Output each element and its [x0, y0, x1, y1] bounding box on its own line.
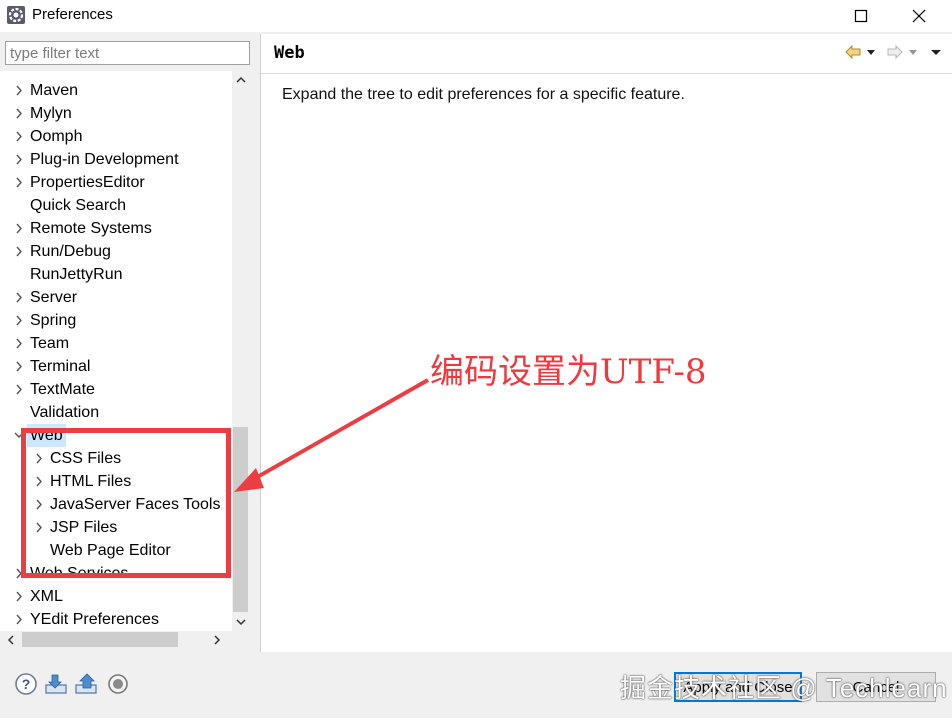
- maximize-button[interactable]: [838, 0, 884, 32]
- tree-item-label: Oomph: [30, 128, 83, 145]
- forward-arrow-icon[interactable]: [885, 42, 905, 62]
- tree-item[interactable]: Terminal: [0, 355, 232, 378]
- tree-item-label: Validation: [30, 404, 100, 421]
- tree-item[interactable]: XML: [0, 585, 232, 608]
- tree-item-label: TextMate: [30, 381, 95, 398]
- import-icon[interactable]: [44, 672, 68, 696]
- tree-item-label: Quick Search: [30, 197, 127, 214]
- tree-item-label: Server: [30, 289, 78, 306]
- tree-item-label: RunJettyRun: [30, 266, 123, 283]
- close-button[interactable]: [896, 0, 942, 32]
- scroll-right-button[interactable]: [210, 631, 224, 648]
- eclipse-gear-icon: [7, 6, 25, 24]
- dialog-footer: ? Apply and Close Cancel 掘金技术社区 @ Techle…: [0, 652, 952, 718]
- tree-item[interactable]: Plug-in Development: [0, 148, 232, 171]
- minimize-icon: [798, 15, 808, 17]
- tree-item[interactable]: RunJettyRun: [0, 263, 232, 286]
- preference-page: Web Expand the tree to edit preferences …: [260, 34, 952, 652]
- chevron-right-icon[interactable]: [14, 177, 24, 188]
- tree-horizontal-scrollbar[interactable]: [0, 631, 232, 648]
- tree-item[interactable]: Team: [0, 332, 232, 355]
- annotation-text: 编码设置为UTF-8: [430, 352, 707, 392]
- scroll-up-button[interactable]: [232, 71, 249, 89]
- page-description: Expand the tree to edit preferences for …: [282, 86, 685, 103]
- tree-item[interactable]: Oomph: [0, 125, 232, 148]
- tree-vertical-scrollbar[interactable]: [232, 71, 249, 631]
- tree-item-label: PropertiesEditor: [30, 174, 145, 191]
- scroll-left-button[interactable]: [4, 631, 18, 648]
- chevron-left-icon: [7, 634, 14, 645]
- tree-item[interactable]: Remote Systems: [0, 217, 232, 240]
- tree-item-label: Run/Debug: [30, 243, 111, 260]
- tree-item[interactable]: PropertiesEditor: [0, 171, 232, 194]
- tree-item[interactable]: Run/Debug: [0, 240, 232, 263]
- maximize-icon: [854, 9, 868, 23]
- tree-item[interactable]: Quick Search: [0, 194, 232, 217]
- chevron-right-icon[interactable]: [14, 108, 24, 119]
- chevron-right-icon[interactable]: [14, 246, 24, 257]
- chevron-down-icon: [235, 619, 246, 626]
- tree-item[interactable]: Spring: [0, 309, 232, 332]
- tree-item-label: Team: [30, 335, 70, 352]
- scroll-down-button[interactable]: [232, 613, 249, 631]
- tree-item-label: Maven: [30, 82, 79, 99]
- chevron-right-icon[interactable]: [14, 85, 24, 96]
- back-arrow-icon[interactable]: [843, 42, 863, 62]
- chevron-right-icon[interactable]: [14, 361, 24, 372]
- title-bar: Preferences: [0, 0, 952, 32]
- annotation-highlight-box: [21, 428, 231, 578]
- tree-item-label: Terminal: [30, 358, 91, 375]
- chevron-right-icon[interactable]: [14, 384, 24, 395]
- page-title: Web: [274, 43, 305, 63]
- close-icon: [912, 9, 926, 23]
- tree-item-label: Mylyn: [30, 105, 72, 122]
- chevron-right-icon[interactable]: [14, 131, 24, 142]
- tree-item-label: Plug-in Development: [30, 151, 179, 168]
- chevron-right-icon[interactable]: [14, 614, 24, 625]
- page-header: Web: [261, 34, 952, 74]
- chevron-right-icon[interactable]: [14, 591, 24, 602]
- scroll-thumb[interactable]: [22, 632, 178, 647]
- chevron-right-icon[interactable]: [14, 338, 24, 349]
- minimize-button[interactable]: [780, 0, 826, 32]
- tree-item[interactable]: Mylyn: [0, 102, 232, 125]
- tree-item[interactable]: Server: [0, 286, 232, 309]
- chevron-right-icon[interactable]: [14, 315, 24, 326]
- svg-text:?: ?: [22, 676, 31, 692]
- back-history-dropdown-icon[interactable]: [865, 42, 877, 62]
- watermark: 掘金技术社区 @ Techlearn: [620, 673, 948, 703]
- filter-input[interactable]: [5, 41, 250, 65]
- tree-item-label: XML: [30, 588, 63, 605]
- help-icon[interactable]: ?: [14, 672, 38, 696]
- view-menu-icon[interactable]: [929, 42, 943, 62]
- tree-item[interactable]: Validation: [0, 401, 232, 424]
- tree-item[interactable]: TextMate: [0, 378, 232, 401]
- scroll-thumb[interactable]: [233, 427, 248, 612]
- chevron-right-icon[interactable]: [14, 292, 24, 303]
- record-icon[interactable]: [106, 672, 130, 696]
- tree-item[interactable]: YEdit Preferences: [0, 608, 232, 631]
- tree-item-label: YEdit Preferences: [30, 611, 159, 628]
- chevron-right-icon[interactable]: [14, 223, 24, 234]
- chevron-right-icon: [214, 634, 221, 645]
- window-title: Preferences: [32, 6, 113, 23]
- tree-item-label: Spring: [30, 312, 77, 329]
- tree-item-label: Remote Systems: [30, 220, 152, 237]
- chevron-up-icon: [235, 76, 246, 83]
- forward-history-dropdown-icon[interactable]: [907, 42, 919, 62]
- tree-item[interactable]: Maven: [0, 79, 232, 102]
- export-icon[interactable]: [74, 672, 98, 696]
- chevron-right-icon[interactable]: [14, 154, 24, 165]
